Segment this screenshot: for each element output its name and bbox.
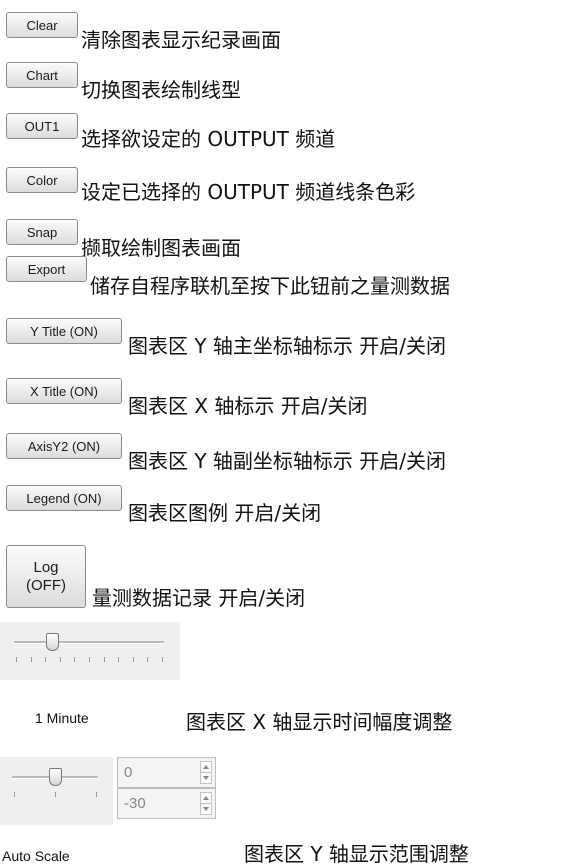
- slider-tick: [89, 657, 90, 662]
- slider-tick: [162, 657, 163, 662]
- legend-description: 图表区图例 开启/关闭: [128, 501, 322, 525]
- y-max-value: 0: [124, 764, 133, 781]
- snap-description: 撷取绘制图表画面: [81, 236, 241, 260]
- color-button[interactable]: Color: [6, 167, 78, 193]
- slider-tick: [74, 657, 76, 662]
- spin-divider: [201, 803, 211, 804]
- x-title-description: 图表区 X 轴标示 开启/关闭: [128, 394, 368, 418]
- auto-scale-thumb[interactable]: [49, 768, 62, 786]
- y-range-description: 图表区 Y 轴显示范围调整: [244, 842, 469, 866]
- slider-tick: [118, 657, 120, 662]
- chart-description: 切换图表绘制线型: [81, 78, 241, 102]
- y-title-toggle-button[interactable]: Y Title (ON): [6, 318, 122, 344]
- snap-button[interactable]: Snap: [6, 219, 78, 245]
- spin-up-icon[interactable]: [203, 765, 209, 769]
- time-range-label: 1 Minute: [35, 710, 89, 726]
- log-description: 量测数据记录 开启/关闭: [92, 586, 306, 610]
- y-min-spin-buttons[interactable]: [200, 792, 212, 815]
- slider-tick: [30, 657, 32, 662]
- spin-down-icon[interactable]: [203, 776, 209, 780]
- y-max-input[interactable]: 0: [117, 757, 216, 788]
- slider-tick: [132, 657, 134, 662]
- auto-scale-slider[interactable]: [0, 757, 113, 825]
- y-title-description: 图表区 Y 轴主坐标轴标示 开启/关闭: [128, 334, 447, 358]
- axis-y2-description: 图表区 Y 轴副坐标轴标示 开启/关闭: [128, 449, 447, 473]
- auto-scale-tick: [96, 792, 97, 797]
- time-range-slider[interactable]: [0, 622, 180, 680]
- slider-track: [14, 641, 164, 644]
- auto-scale-tick: [55, 792, 56, 797]
- export-button[interactable]: Export: [6, 256, 87, 282]
- log-button-label: Log: [33, 558, 59, 576]
- slider-tick: [147, 657, 149, 662]
- clear-button[interactable]: Clear: [6, 12, 78, 38]
- log-button-state: (OFF): [26, 576, 66, 594]
- out1-description: 选择欲设定的 OUTPUT 频道: [81, 127, 336, 151]
- auto-scale-tick: [14, 792, 15, 797]
- spin-divider: [201, 772, 211, 773]
- y-min-input[interactable]: -30: [117, 788, 216, 819]
- log-toggle-button[interactable]: Log (OFF): [6, 545, 86, 608]
- slider-tick: [59, 657, 61, 662]
- legend-toggle-button[interactable]: Legend (ON): [6, 485, 122, 511]
- axis-y2-toggle-button[interactable]: AxisY2 (ON): [6, 433, 122, 459]
- x-range-description: 图表区 X 轴显示时间幅度调整: [186, 710, 453, 734]
- out1-button[interactable]: OUT1: [6, 113, 78, 139]
- spin-down-icon[interactable]: [203, 807, 209, 811]
- auto-scale-label: Auto Scale: [2, 848, 70, 864]
- x-title-toggle-button[interactable]: X Title (ON): [6, 378, 122, 404]
- clear-description: 清除图表显示纪录画面: [81, 28, 281, 52]
- spin-up-icon[interactable]: [203, 796, 209, 800]
- slider-tick: [103, 657, 105, 662]
- chart-button[interactable]: Chart: [6, 62, 78, 88]
- y-max-spin-buttons[interactable]: [200, 761, 212, 784]
- slider-tick: [16, 657, 17, 662]
- slider-thumb[interactable]: [45, 633, 59, 651]
- export-description: 储存自程序联机至按下此钮前之量测数据: [90, 274, 450, 298]
- color-description: 设定已选择的 OUTPUT 频道线条色彩: [81, 180, 416, 204]
- slider-tick: [45, 657, 47, 662]
- y-min-value: -30: [124, 795, 146, 812]
